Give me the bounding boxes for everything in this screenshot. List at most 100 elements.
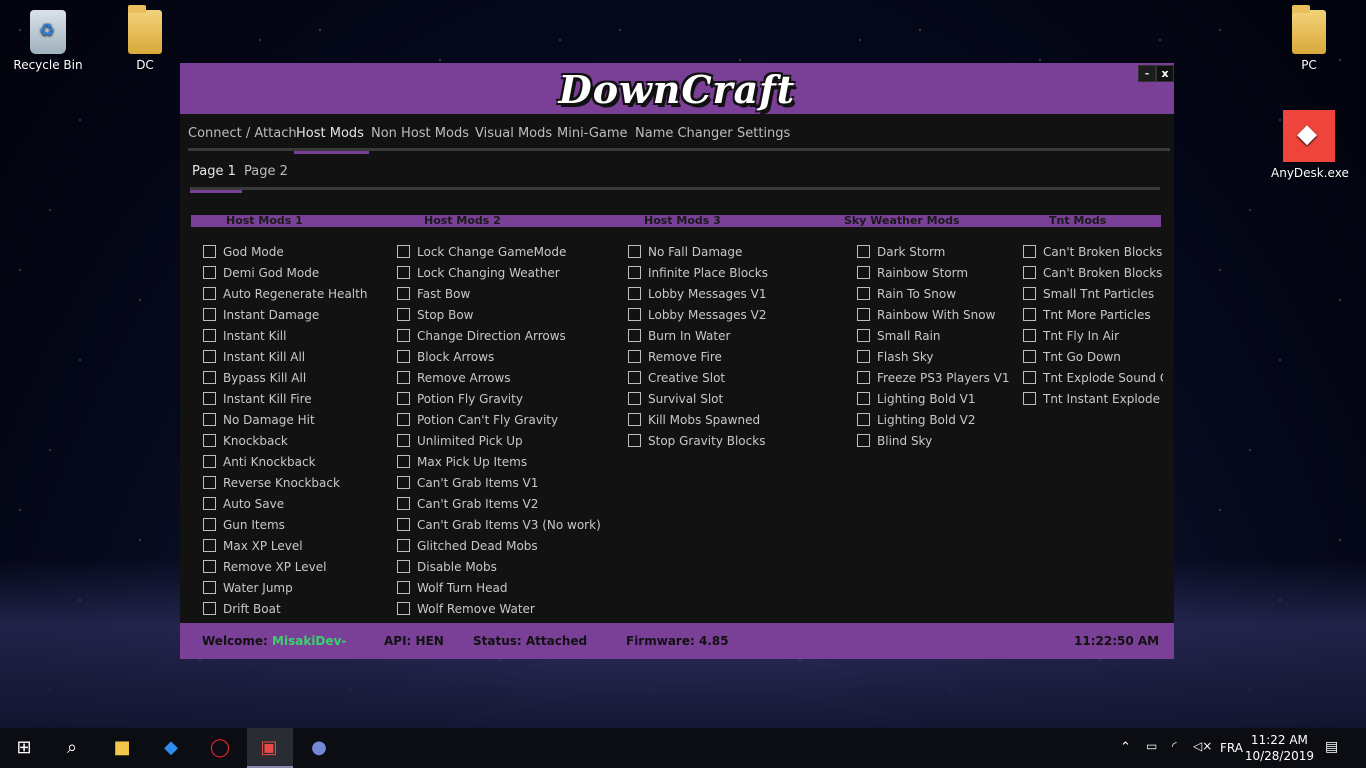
mod-option[interactable]: Rainbow Storm bbox=[857, 262, 1010, 283]
tab-page-2[interactable]: Page 2 bbox=[244, 163, 288, 180]
mod-option[interactable]: Water Jump bbox=[203, 577, 367, 598]
mod-option[interactable]: Blind Sky bbox=[857, 430, 1010, 451]
mod-option[interactable]: Demi God Mode bbox=[203, 262, 367, 283]
checkbox[interactable] bbox=[397, 497, 410, 510]
mod-option[interactable]: Lighting Bold V2 bbox=[857, 409, 1010, 430]
mod-option[interactable]: No Damage Hit bbox=[203, 409, 367, 430]
mod-option[interactable]: Lock Changing Weather bbox=[397, 262, 601, 283]
tab-page-1[interactable]: Page 1 bbox=[190, 163, 242, 193]
mod-option[interactable]: Kill Mobs Spawned bbox=[628, 409, 768, 430]
tab-name-changer[interactable]: Name Changer bbox=[635, 125, 733, 151]
mod-option[interactable]: Remove XP Level bbox=[203, 556, 367, 577]
checkbox[interactable] bbox=[857, 350, 870, 363]
mod-option[interactable]: Remove Arrows bbox=[397, 367, 601, 388]
checkbox[interactable] bbox=[203, 245, 216, 258]
checkbox[interactable] bbox=[628, 287, 641, 300]
mod-option[interactable]: Max XP Level bbox=[203, 535, 367, 556]
mod-option[interactable]: Stop Bow bbox=[397, 304, 601, 325]
checkbox[interactable] bbox=[397, 413, 410, 426]
mod-option[interactable]: Max Pick Up Items bbox=[397, 451, 601, 472]
checkbox[interactable] bbox=[397, 518, 410, 531]
checkbox[interactable] bbox=[628, 329, 641, 342]
start-icon[interactable]: ⊞ bbox=[12, 736, 36, 760]
checkbox[interactable] bbox=[203, 581, 216, 594]
mod-option[interactable]: Can't Grab Items V1 bbox=[397, 472, 601, 493]
checkbox[interactable] bbox=[397, 560, 410, 573]
mod-option[interactable]: Flash Sky bbox=[857, 346, 1010, 367]
desktop-icon-dc[interactable]: DC bbox=[107, 5, 183, 72]
mod-option[interactable]: Tnt More Particles bbox=[1023, 304, 1163, 325]
mod-option[interactable]: Lobby Messages V2 bbox=[628, 304, 768, 325]
mod-option[interactable]: Disable Mobs bbox=[397, 556, 601, 577]
checkbox[interactable] bbox=[203, 308, 216, 321]
checkbox[interactable] bbox=[628, 308, 641, 321]
checkbox[interactable] bbox=[203, 455, 216, 468]
mod-option[interactable]: Fast Bow bbox=[397, 283, 601, 304]
tab-non-host-mods[interactable]: Non Host Mods bbox=[371, 125, 469, 151]
mod-option[interactable]: Potion Fly Gravity bbox=[397, 388, 601, 409]
mod-option[interactable]: Can't Broken Blocks V1 bbox=[1023, 241, 1163, 262]
mod-option[interactable]: Creative Slot bbox=[628, 367, 768, 388]
checkbox[interactable] bbox=[1023, 245, 1036, 258]
checkbox[interactable] bbox=[628, 350, 641, 363]
checkbox[interactable] bbox=[203, 392, 216, 405]
checkbox[interactable] bbox=[203, 539, 216, 552]
mod-option[interactable]: Tnt Fly In Air bbox=[1023, 325, 1163, 346]
mod-option[interactable]: Gun Items bbox=[203, 514, 367, 535]
checkbox[interactable] bbox=[857, 329, 870, 342]
mod-option[interactable]: Anti Knockback bbox=[203, 451, 367, 472]
checkbox[interactable] bbox=[397, 308, 410, 321]
playstation-icon[interactable]: ◆ bbox=[159, 736, 183, 760]
checkbox[interactable] bbox=[203, 602, 216, 615]
desktop-icon-anydesk[interactable]: AnyDesk.exe bbox=[1271, 110, 1349, 180]
checkbox[interactable] bbox=[397, 602, 410, 615]
checkbox[interactable] bbox=[397, 539, 410, 552]
checkbox[interactable] bbox=[1023, 350, 1036, 363]
mod-option[interactable]: Wolf Remove Water bbox=[397, 598, 601, 619]
checkbox[interactable] bbox=[397, 371, 410, 384]
mod-option[interactable]: Change Direction Arrows bbox=[397, 325, 601, 346]
checkbox[interactable] bbox=[628, 266, 641, 279]
mod-option[interactable]: Dark Storm bbox=[857, 241, 1010, 262]
checkbox[interactable] bbox=[203, 518, 216, 531]
checkbox[interactable] bbox=[857, 392, 870, 405]
mod-option[interactable]: No Fall Damage bbox=[628, 241, 768, 262]
taskbar-clock[interactable]: 11:22 AM 10/28/2019 bbox=[1245, 732, 1314, 764]
mod-option[interactable]: Infinite Place Blocks bbox=[628, 262, 768, 283]
mod-option[interactable]: Stop Gravity Blocks bbox=[628, 430, 768, 451]
checkbox[interactable] bbox=[628, 371, 641, 384]
mod-option[interactable]: Instant Damage bbox=[203, 304, 367, 325]
checkbox[interactable] bbox=[857, 287, 870, 300]
mod-option[interactable]: Instant Kill bbox=[203, 325, 367, 346]
checkbox[interactable] bbox=[1023, 392, 1036, 405]
mod-option[interactable]: Can't Broken Blocks V2 bbox=[1023, 262, 1163, 283]
mod-option[interactable]: Remove Fire bbox=[628, 346, 768, 367]
mod-option[interactable]: Instant Kill All bbox=[203, 346, 367, 367]
volume-muted-icon[interactable]: ◁× bbox=[1193, 739, 1212, 768]
checkbox[interactable] bbox=[1023, 308, 1036, 321]
mod-option[interactable]: Auto Save bbox=[203, 493, 367, 514]
mod-option[interactable]: Wolf Turn Head bbox=[397, 577, 601, 598]
search-icon[interactable]: ⌕ bbox=[60, 736, 84, 760]
tab-mini-game[interactable]: Mini-Game bbox=[557, 125, 628, 151]
checkbox[interactable] bbox=[203, 329, 216, 342]
checkbox[interactable] bbox=[203, 266, 216, 279]
opera-icon[interactable]: ◯ bbox=[208, 736, 232, 760]
checkbox[interactable] bbox=[1023, 371, 1036, 384]
checkbox[interactable] bbox=[203, 434, 216, 447]
mod-option[interactable]: Tnt Explode Sound Off bbox=[1023, 367, 1163, 388]
mod-option[interactable]: Instant Kill Fire bbox=[203, 388, 367, 409]
tab-settings[interactable]: Settings bbox=[737, 125, 790, 151]
checkbox[interactable] bbox=[857, 266, 870, 279]
mod-option[interactable]: Lobby Messages V1 bbox=[628, 283, 768, 304]
desktop-icon-recycle-bin[interactable]: Recycle Bin bbox=[10, 10, 86, 72]
checkbox[interactable] bbox=[397, 392, 410, 405]
checkbox[interactable] bbox=[857, 308, 870, 321]
checkbox[interactable] bbox=[203, 371, 216, 384]
downcraft-icon[interactable]: ▣ bbox=[257, 736, 281, 760]
mod-option[interactable]: Tnt Go Down bbox=[1023, 346, 1163, 367]
checkbox[interactable] bbox=[628, 434, 641, 447]
mod-option[interactable]: Lighting Bold V1 bbox=[857, 388, 1010, 409]
checkbox[interactable] bbox=[397, 266, 410, 279]
tab-connect-attach[interactable]: Connect / Attach bbox=[188, 125, 297, 151]
